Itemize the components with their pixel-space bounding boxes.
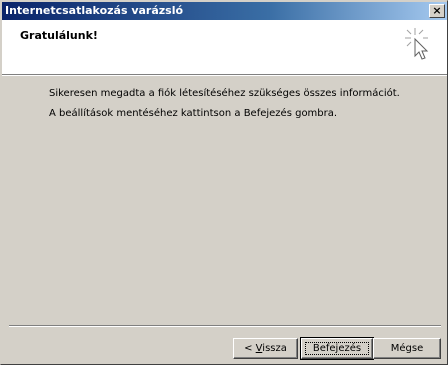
wizard-header: Gratulálunk! <box>2 20 447 76</box>
back-rest: issza <box>262 343 287 354</box>
back-button[interactable]: < Vissza <box>233 338 298 359</box>
window-title: Internetcsatlakozás varázsló <box>5 4 184 17</box>
wizard-cursor-icon <box>405 28 429 60</box>
close-button[interactable]: × <box>429 4 445 18</box>
info-text-2: A beállítások mentéséhez kattintson a Be… <box>49 108 338 119</box>
footer-separator <box>9 325 441 327</box>
finish-button[interactable]: Befejezés <box>300 337 374 360</box>
cancel-label: Mégse <box>390 343 424 354</box>
wizard-content: Sikeresen megadta a fiók létesítéséhez s… <box>2 77 447 325</box>
focus-rectangle <box>305 342 369 355</box>
info-text-1: Sikeresen megadta a fiók létesítéséhez s… <box>49 88 400 99</box>
wizard-window: Internetcsatlakozás varázsló × Gratulálu… <box>0 0 448 365</box>
title-bar[interactable]: Internetcsatlakozás varázsló × <box>2 2 447 20</box>
cancel-button[interactable]: Mégse <box>373 338 441 359</box>
page-title: Gratulálunk! <box>20 29 98 42</box>
back-prefix: < <box>244 343 256 354</box>
close-icon: × <box>432 4 442 17</box>
